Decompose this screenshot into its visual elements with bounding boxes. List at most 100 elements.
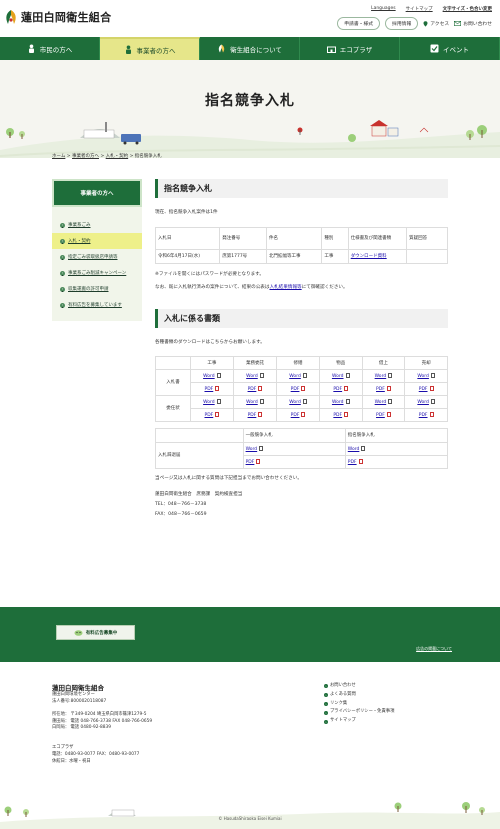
pdf-download-link[interactable]: PDF bbox=[291, 387, 300, 392]
word-download-link[interactable]: Word bbox=[203, 374, 215, 379]
nav-about[interactable]: 衛生組合について bbox=[200, 37, 300, 60]
word-file-icon bbox=[361, 445, 366, 451]
nav-citizens[interactable]: 市民の方へ bbox=[0, 37, 100, 60]
breadcrumb-home[interactable]: ホーム bbox=[52, 154, 65, 159]
footer-link-faq[interactable]: › よくある質問 bbox=[324, 691, 394, 700]
table-header-row: 入札日 発注番号 件名 種別 仕様書及び関連書類 質疑回答 bbox=[154, 226, 448, 250]
contact-link[interactable]: お問い合わせ bbox=[454, 20, 492, 27]
bid-results-link[interactable]: 入札結果情報等 bbox=[269, 285, 301, 290]
footer-title: 蓮田白岡衛生組合 bbox=[52, 684, 104, 692]
footer-link-links[interactable]: › リンク集 bbox=[324, 700, 394, 709]
global-nav: 市民の方へ 事業者の方へ 衛生組合について エコプラザ イベント bbox=[0, 37, 500, 60]
section-heading-documents: 入札に係る書類 bbox=[155, 308, 448, 328]
word-download-link[interactable]: Word bbox=[246, 374, 258, 379]
word-download-link[interactable]: Word bbox=[375, 400, 387, 405]
row-label-bid-form: 入札書 bbox=[154, 368, 192, 396]
word-download-link[interactable]: Word bbox=[203, 400, 215, 405]
table-cell: 令和6年4月17日(水) bbox=[154, 248, 221, 264]
footer-line: 所在地： 〒349-0204 埼玉県白岡市篠津1279-5 bbox=[52, 711, 147, 717]
word-download-link[interactable]: Word bbox=[332, 400, 344, 405]
word-download-link[interactable]: Word bbox=[246, 447, 258, 452]
results-note-text: にて御確認ください。 bbox=[301, 284, 348, 290]
pdf-file-icon bbox=[386, 385, 391, 391]
main-content: 指名競争入札 現在、指名競争入札案件は1件 入札日 発注番号 件名 種別 仕様書… bbox=[154, 179, 449, 519]
table-cell: PDF bbox=[344, 454, 449, 469]
download-materials-link[interactable]: ダウンロード資料 bbox=[351, 254, 387, 259]
pdf-file-icon bbox=[358, 458, 363, 464]
sidebar-item-business-waste[interactable]: › 事業系ごみ bbox=[52, 217, 142, 233]
footer-line bbox=[52, 732, 152, 739]
access-label: アクセス bbox=[430, 22, 450, 27]
footer-link-sitemap[interactable]: › サイトマップ bbox=[324, 717, 394, 726]
table-cell: PDF bbox=[190, 407, 234, 422]
word-download-link[interactable]: Word bbox=[289, 374, 301, 379]
pdf-download-link[interactable]: PDF bbox=[419, 413, 428, 418]
table-header: 工事 bbox=[190, 355, 234, 370]
table-header: 業務委託 bbox=[232, 355, 278, 370]
languages-link[interactable]: Languages bbox=[371, 6, 396, 12]
breadcrumb-business[interactable]: 事業者の方へ bbox=[72, 154, 99, 159]
table-cell: PDF bbox=[242, 454, 346, 469]
footer-link-contact[interactable]: › お問い合わせ bbox=[324, 682, 394, 691]
table-cell: Word bbox=[318, 394, 363, 409]
word-download-link[interactable]: Word bbox=[289, 400, 301, 405]
chevron-right-icon: › bbox=[60, 286, 65, 292]
contact-text: 当ページ又は入札に関する質問は下記担当までお問い合わせください。 bbox=[155, 475, 302, 481]
word-download-link[interactable]: Word bbox=[246, 400, 258, 405]
footer-link-privacy[interactable]: › プライバシーポリシー・免責事項 bbox=[324, 708, 394, 717]
site-footer: 蓮田白岡衛生組合 蓮田白岡環境センター 法人番号:8000020118087 所… bbox=[0, 662, 500, 829]
nav-ecoplaza[interactable]: エコプラザ bbox=[300, 37, 400, 60]
word-download-link[interactable]: Word bbox=[417, 400, 429, 405]
table-cell: PDF bbox=[232, 381, 278, 396]
pdf-download-link[interactable]: PDF bbox=[333, 387, 342, 392]
word-download-link[interactable]: Word bbox=[417, 374, 429, 379]
sidebar-item-paid-ads[interactable]: › 有料広告を募集しています bbox=[52, 297, 142, 313]
logo-text: 蓮田白岡衛生組合 bbox=[21, 11, 112, 24]
site-header: 蓮田白岡衛生組合 Languages サイトマップ 文字サイズ・色合い変更 申請… bbox=[0, 0, 500, 37]
sidebar-item-collection-permit[interactable]: › 収集運搬の許可申請 bbox=[52, 281, 142, 297]
word-file-icon bbox=[259, 372, 264, 378]
nav-events[interactable]: イベント bbox=[400, 37, 500, 60]
nav-label: 事業者の方へ bbox=[136, 46, 176, 55]
withdrawal-table: 一般競争入札 指名競争入札 入札辞退届 Word Word PDF PDF bbox=[155, 427, 449, 469]
sidebar-item-label: 有料広告を募集しています bbox=[68, 303, 122, 308]
pdf-download-link[interactable]: PDF bbox=[376, 413, 385, 418]
breadcrumb-current: 指名競争入札 bbox=[134, 154, 162, 159]
recruit-button[interactable]: 採用情報 bbox=[385, 17, 419, 30]
font-size-link[interactable]: 文字サイズ・色合い変更 bbox=[443, 6, 492, 12]
word-download-link[interactable]: Word bbox=[332, 374, 344, 379]
pdf-download-link[interactable]: PDF bbox=[204, 387, 213, 392]
word-download-link[interactable]: Word bbox=[375, 374, 387, 379]
pdf-download-link[interactable]: PDF bbox=[348, 460, 357, 465]
paid-ad-banner[interactable]: 有料広告募集中 bbox=[56, 625, 135, 640]
pdf-download-link[interactable]: PDF bbox=[376, 387, 385, 392]
ad-info-link[interactable]: 広告の掲載について bbox=[416, 646, 452, 652]
table-header: 質疑回答 bbox=[406, 226, 448, 250]
pdf-file-icon bbox=[301, 385, 306, 391]
section-heading-bidding: 指名競争入札 bbox=[155, 179, 448, 198]
sidebar-title: 事業者の方へ bbox=[52, 179, 142, 207]
breadcrumb: ホーム > 事業者の方へ > 入札・契約 > 指名競争入札 bbox=[52, 154, 162, 159]
sidebar-item-bidding[interactable]: › 入札・契約 bbox=[52, 233, 142, 249]
nav-label: イベント bbox=[443, 45, 469, 54]
pdf-download-link[interactable]: PDF bbox=[333, 413, 342, 418]
word-download-link[interactable]: Word bbox=[348, 447, 360, 452]
nav-business[interactable]: 事業者の方へ bbox=[100, 37, 200, 60]
pdf-download-link[interactable]: PDF bbox=[291, 413, 300, 418]
sidebar-item-garbage-bags[interactable]: › 指定ごみ袋取扱店申請等 bbox=[52, 249, 142, 265]
breadcrumb-contracts[interactable]: 入札・契約 bbox=[106, 154, 129, 159]
word-file-icon bbox=[388, 398, 393, 404]
forms-button[interactable]: 申請書・様式 bbox=[337, 17, 381, 30]
pdf-download-link[interactable]: PDF bbox=[248, 413, 257, 418]
pdf-download-link[interactable]: PDF bbox=[248, 387, 257, 392]
bid-documents-table: 工事 業務委託 修繕 物品 借上 売却 入札書 Word Word Word W… bbox=[154, 355, 448, 422]
pdf-download-link[interactable]: PDF bbox=[419, 387, 428, 392]
footer-line bbox=[52, 705, 152, 712]
table-header: 物品 bbox=[318, 355, 363, 370]
pdf-download-link[interactable]: PDF bbox=[246, 460, 255, 465]
pdf-download-link[interactable]: PDF bbox=[204, 413, 213, 418]
sidebar-item-reduction-campaign[interactable]: › 事業系ごみ削減キャンペーン bbox=[52, 265, 142, 281]
sitemap-link[interactable]: サイトマップ bbox=[406, 6, 433, 12]
site-logo[interactable]: 蓮田白岡衛生組合 bbox=[4, 9, 111, 25]
access-link[interactable]: アクセス bbox=[423, 20, 449, 27]
